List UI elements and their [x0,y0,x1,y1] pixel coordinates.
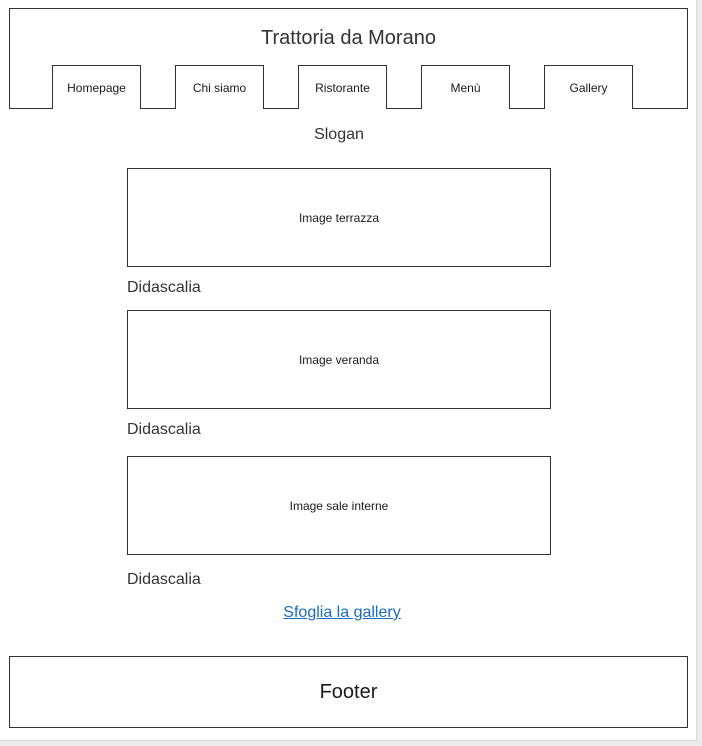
nav-menu-button[interactable]: Menù [421,65,510,109]
image-sale-interne-label: Image sale interne [289,498,389,513]
image-terrazza-label: Image terrazza [298,210,380,225]
browse-gallery-link[interactable]: Sfoglia la gallery [0,604,684,622]
nav-gallery-button[interactable]: Gallery [544,65,633,109]
site-title: Trattoria da Morano [261,27,436,49]
nav-homepage-button[interactable]: Homepage [52,65,141,109]
slogan: Slogan [314,126,364,143]
browse-gallery-link-text[interactable]: Sfoglia la gallery [283,604,400,621]
wireframe-canvas: Trattoria da Morano Homepage Chi siamo R… [0,0,697,741]
image-sale-interne-caption: Didascalia [127,571,201,588]
nav-ristorante-button[interactable]: Ristorante [298,65,387,109]
site-header: Trattoria da Morano Homepage Chi siamo R… [9,8,688,109]
image-sale-interne-placeholder: Image sale interne [127,456,551,555]
image-veranda-label: Image veranda [298,352,380,367]
image-terrazza-caption: Didascalia [127,279,201,296]
image-veranda-placeholder: Image veranda [127,310,551,409]
image-terrazza-placeholder: Image terrazza [127,168,551,267]
image-veranda-caption: Didascalia [127,421,201,438]
footer-label: Footer [319,680,378,703]
nav-chi-siamo-button[interactable]: Chi siamo [175,65,264,109]
site-footer: Footer [9,656,688,728]
